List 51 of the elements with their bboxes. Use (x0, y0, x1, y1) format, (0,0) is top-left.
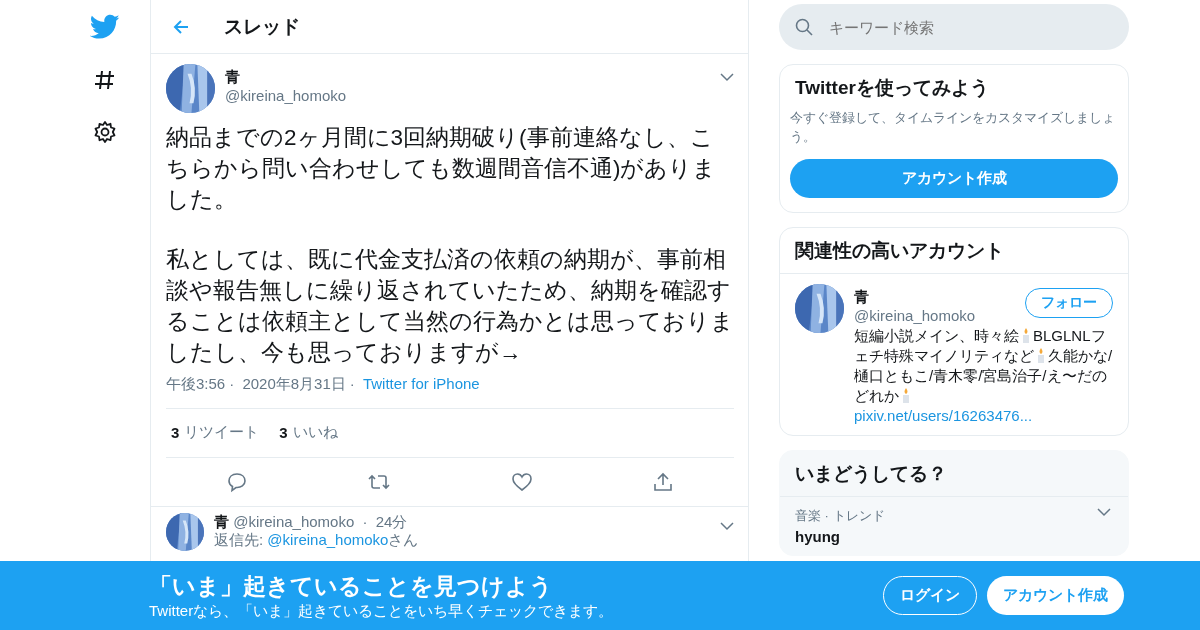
search-icon (795, 18, 813, 36)
follow-button[interactable]: フォロー (1025, 287, 1113, 318)
banner-text: Twitterなら、「いま」起きていることをいち早くチェックできます。 (149, 601, 614, 621)
trend-item[interactable]: 音楽 · トレンド hyung (780, 496, 1128, 555)
user-name[interactable]: 青 (214, 512, 229, 530)
separator-dot: · (362, 512, 368, 530)
trend-name: hyung (795, 527, 841, 545)
settings-icon[interactable] (93, 120, 117, 144)
stat-label[interactable]: いいね (292, 423, 338, 443)
stat-count[interactable]: 3 (279, 424, 288, 442)
card-title: Twitterを使ってみよう (794, 76, 990, 100)
candle-icon (1036, 346, 1046, 363)
user-name[interactable]: 青 (854, 287, 976, 307)
user-handle[interactable]: @kireina_homoko (233, 512, 355, 530)
candle-icon (1021, 326, 1031, 343)
card-title: 関連性の高いアカウント (780, 227, 1128, 274)
tweet-age: 24分 (375, 512, 408, 530)
create-account-button[interactable]: アカウント作成 (987, 576, 1124, 615)
chevron-down-icon[interactable] (720, 72, 734, 82)
chevron-down-icon[interactable] (720, 520, 734, 531)
tweet-time: 午後3:56 (166, 374, 226, 392)
separator-dot: · (349, 374, 355, 392)
hashtag-icon[interactable] (93, 68, 117, 92)
card-text: 今すぐ登録して、タイムラインをカスタマイズしましょう。 (790, 109, 1116, 146)
bio-text: 短編小説メイン、時々絵 BLGLNLフェチ特殊マイノリティなど 久能かな/樋口ともこ/青木零/宮島治子/え〜だのどれか (854, 325, 1113, 407)
trend-context: 音楽 · トレンド (795, 506, 885, 525)
user-name[interactable]: 青 (225, 68, 347, 87)
stat-label[interactable]: リツイート (184, 423, 260, 443)
candle-icon (901, 387, 911, 404)
reply-to-suffix: さん (388, 530, 419, 548)
user-handle[interactable]: @kireina_homoko (225, 87, 347, 104)
tweet-date: 2020年8月31日 (242, 374, 346, 392)
bird-logo-icon[interactable] (90, 14, 120, 40)
separator-dot: · (229, 374, 235, 392)
stat-count[interactable]: 3 (171, 424, 180, 442)
chevron-down-icon[interactable] (1097, 506, 1111, 517)
tweet-source-link[interactable]: Twitter for iPhone (362, 374, 480, 392)
user-handle[interactable]: @kireina_homoko (854, 306, 976, 324)
tweet-text: 納品までの2ヶ月間に3回納期破り(事前連絡なし、こちらから問い合わせしても数週間音信不通)がありました。 (166, 124, 718, 214)
create-account-button[interactable]: アカウント作成 (790, 158, 1118, 198)
page-title: スレッド (224, 14, 300, 39)
tweet-text: 私としては、既に代金支払済の依頼の納期が、事前相談や報告無しに繰り返されていたため、納期を確認することは依頼主として当然の行為かとは思っておりましたし、今も思っておりますが→ (166, 246, 734, 367)
heart-icon[interactable] (510, 470, 533, 493)
mention-link[interactable]: @kireina_homoko (267, 530, 389, 548)
search-field[interactable]: キーワード検索 (779, 4, 1129, 50)
reply-to-label: 返信先: (214, 530, 265, 548)
card-title: いまどうしてる？ (780, 450, 1128, 497)
profile-link[interactable]: pixiv.net/users/16263476... (854, 406, 1033, 424)
reply-icon[interactable] (225, 470, 248, 493)
banner-title: 「いま」起きていることを見つけよう (149, 571, 554, 601)
share-icon[interactable] (652, 470, 675, 493)
